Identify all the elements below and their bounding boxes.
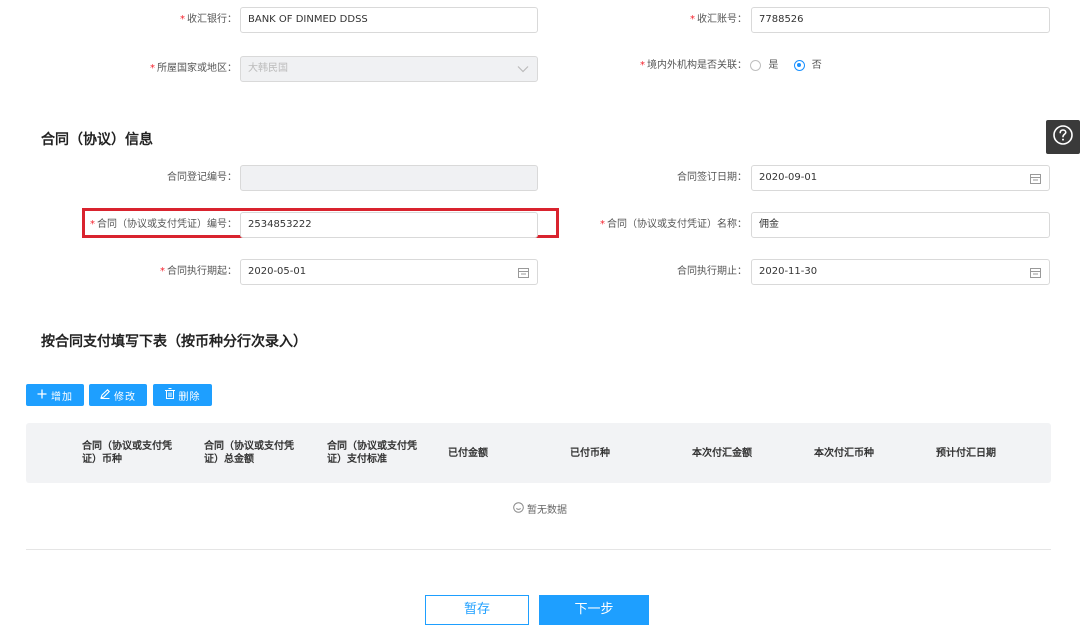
sign-date-input[interactable]: 2020-09-01 xyxy=(751,165,1050,191)
reg-no-label: 合同登记编号： xyxy=(167,172,237,183)
country-label: * 所屋国家或地区： xyxy=(150,63,237,74)
payment-section-title: 按合同支付填写下表（按币种分行次录入） xyxy=(41,334,307,350)
add-button[interactable]: 增加 xyxy=(26,384,84,406)
edit-button[interactable]: 修改 xyxy=(89,384,147,406)
delete-button-label: 删除 xyxy=(178,391,201,403)
col-header-contract-total[interactable]: 合同（协议或支付凭 证）总金额 xyxy=(204,423,294,483)
smile-icon xyxy=(513,501,524,516)
reg-no-input[interactable] xyxy=(240,165,538,191)
account-label: * 收汇账号： xyxy=(690,14,747,25)
delete-button[interactable]: 删除 xyxy=(153,384,212,406)
col-header-remit-currency[interactable]: 本次付汇币种 xyxy=(814,423,874,483)
save-draft-button[interactable]: 暂存 xyxy=(425,595,529,625)
divider xyxy=(26,549,1051,550)
table-header: 合同（协议或支付凭 证）币种 合同（协议或支付凭 证）总金额 合同（协议或支付凭 证）… xyxy=(26,423,1051,483)
col-header-paid-currency[interactable]: 已付币种 xyxy=(570,423,610,483)
related-yes-label[interactable]: 是 xyxy=(768,60,778,71)
col-header-paid-amount[interactable]: 已付金额 xyxy=(448,423,488,483)
col-header-expected-date[interactable]: 预计付汇日期 xyxy=(936,423,996,483)
calendar-icon[interactable] xyxy=(1030,166,1041,190)
help-circle-icon xyxy=(1052,124,1074,150)
chevron-down-icon xyxy=(517,57,529,81)
related-no-label[interactable]: 否 xyxy=(812,60,822,71)
sign-date-label: 合同签订日期： xyxy=(677,172,747,183)
next-step-button[interactable]: 下一步 xyxy=(539,595,649,625)
bank-input[interactable]: BANK OF DINMED DDSS xyxy=(240,7,538,33)
calendar-icon[interactable] xyxy=(1030,260,1041,284)
contract-name-label: * 合同（协议或支付凭证）名称： xyxy=(600,219,747,230)
col-header-contract-currency[interactable]: 合同（协议或支付凭 证）币种 xyxy=(82,423,172,483)
pencil-icon xyxy=(100,388,110,402)
related-yes-radio[interactable] xyxy=(750,59,762,71)
plus-icon xyxy=(37,389,47,402)
related-field: * 境内外机构是否关联： 是 否 xyxy=(640,59,822,71)
add-button-label: 增加 xyxy=(51,391,73,403)
contract-name-input[interactable]: 佣金 xyxy=(751,212,1050,238)
end-date-input[interactable]: 2020-11-30 xyxy=(751,259,1050,285)
empty-text: 暂无数据 xyxy=(527,505,567,516)
related-no-radio[interactable] xyxy=(793,59,805,71)
related-label: 境内外机构是否关联： xyxy=(647,60,747,71)
account-input[interactable]: 7788526 xyxy=(751,7,1050,33)
contract-section-title: 合同（协议）信息 xyxy=(41,132,153,148)
edit-button-label: 修改 xyxy=(114,391,136,403)
help-button[interactable] xyxy=(1046,120,1080,154)
start-date-input[interactable]: 2020-05-01 xyxy=(240,259,538,285)
bank-label: * 收汇银行： xyxy=(180,14,237,25)
country-select[interactable]: 大韩民国 xyxy=(240,56,538,82)
contract-no-input[interactable]: 2534853222 xyxy=(240,212,538,238)
calendar-icon[interactable] xyxy=(518,260,529,284)
start-date-label: * 合同执行期起： xyxy=(160,266,237,277)
col-header-contract-standard[interactable]: 合同（协议或支付凭 证）支付标准 xyxy=(327,423,417,483)
empty-state: 暂无数据 xyxy=(0,501,1080,516)
col-header-remit-amount[interactable]: 本次付汇金额 xyxy=(692,423,752,483)
end-date-label: 合同执行期止： xyxy=(677,266,747,277)
contract-no-label: * 合同（协议或支付凭证）编号： xyxy=(90,219,237,230)
trash-icon xyxy=(164,388,175,402)
